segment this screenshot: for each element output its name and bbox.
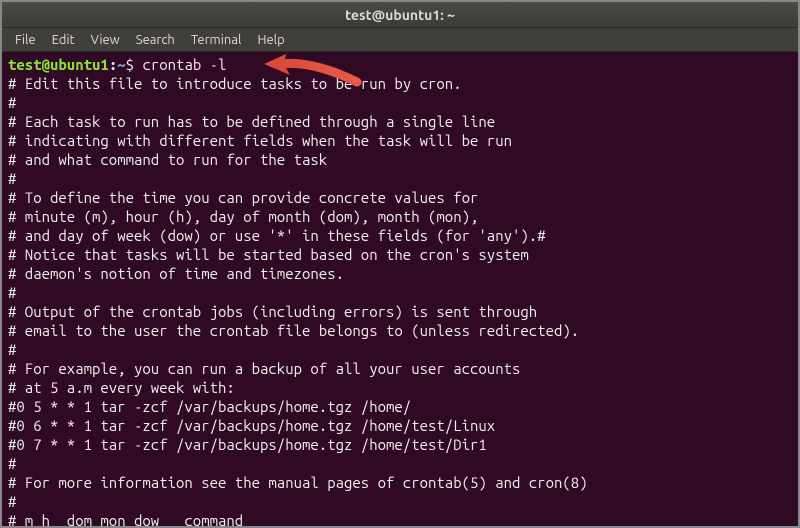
menu-view[interactable]: View	[84, 31, 127, 49]
menu-file[interactable]: File	[8, 31, 43, 49]
terminal-area[interactable]: test@ubuntu1:~$ crontab -l # Edit this f…	[2, 52, 798, 526]
prompt-colon: :	[109, 56, 117, 73]
command-input: crontab -l	[142, 56, 226, 73]
window-title: test@ubuntu1: ~	[345, 7, 455, 23]
menu-terminal[interactable]: Terminal	[184, 31, 249, 49]
menu-search[interactable]: Search	[129, 31, 182, 49]
prompt-user-host: test@ubuntu1	[8, 56, 109, 73]
prompt-dollar: $	[126, 56, 134, 73]
menubar: File Edit View Search Terminal Help	[2, 28, 798, 52]
titlebar[interactable]: test@ubuntu1: ~	[2, 2, 798, 28]
menu-edit[interactable]: Edit	[45, 31, 82, 49]
terminal-window: test@ubuntu1: ~ File Edit View Search Te…	[2, 2, 798, 526]
command-output: # Edit this file to introduce tasks to b…	[8, 75, 588, 526]
menu-help[interactable]: Help	[250, 31, 291, 49]
prompt-path: ~	[117, 56, 125, 73]
